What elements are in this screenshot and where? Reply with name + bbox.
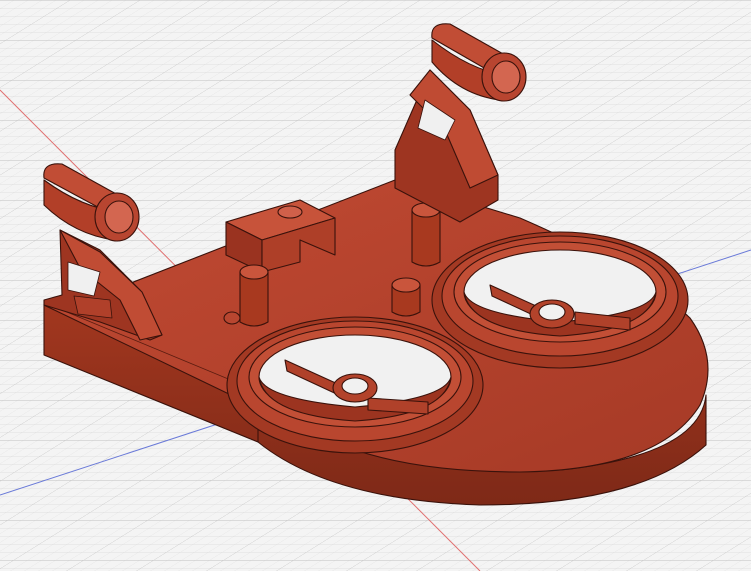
3d-viewport[interactable] (0, 0, 751, 571)
rear-fan-duct[interactable] (431, 231, 689, 369)
front-fan-duct[interactable] (226, 316, 484, 454)
viewport-canvas[interactable] (0, 0, 751, 571)
